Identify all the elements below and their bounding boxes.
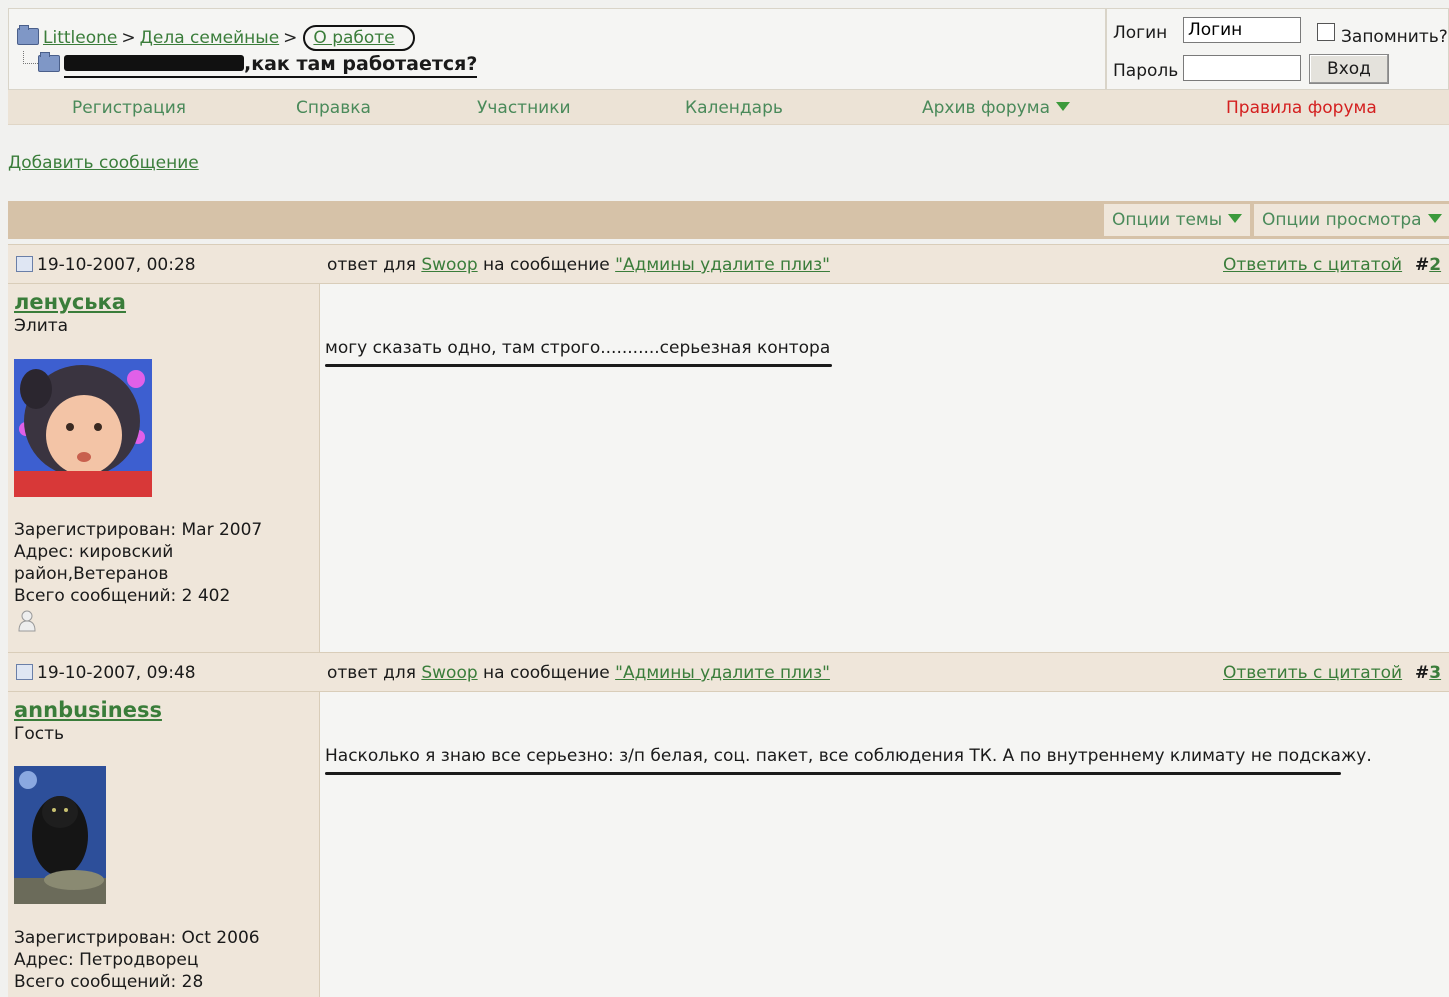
breadcrumb-link-family[interactable]: Дела семейные [140,28,280,48]
thread-folder-icon [38,52,60,72]
post-number-link[interactable]: 3 [1429,663,1441,683]
reply-info: ответ для Swoop на сообщение "Админы уда… [327,663,830,683]
post-header: 19-10-2007, 00:28 ответ для Swoop на соо… [8,244,1449,284]
post-date-text: 19-10-2007, 00:28 [37,255,196,275]
reply-user-link[interactable]: Swoop [421,663,477,683]
breadcrumb: Littleone > Дела семейные > О работе [17,25,415,51]
redacted-mark [64,55,244,71]
thread-title-row: ,как там работается? [23,51,478,78]
post-date: 19-10-2007, 09:48 [16,663,196,683]
breadcrumb-current-circle: О работе [303,25,415,51]
reply-middle: на сообщение [483,663,610,683]
post-number-link[interactable]: 2 [1429,255,1441,275]
user-offline-icon [18,610,36,632]
login-panel: Логин Запомнить? Пароль Вход [1106,8,1449,90]
user-address-line2: район,Ветеранов [14,564,169,584]
post-message: могу сказать одно, там строго...........… [325,338,831,358]
breadcrumb-link-littleone[interactable]: Littleone [43,28,117,48]
breadcrumb-link-work[interactable]: О работе [313,28,394,48]
remember-checkbox[interactable] [1317,23,1335,41]
nav-archive[interactable]: Архив форума [922,98,1070,118]
post-number-hash: # [1415,255,1430,275]
user-address: Адрес: Петродворец [14,950,199,970]
post-user-sidebar: annbusiness Гость Зарегистрирован: Oct 2… [8,692,320,997]
dropdown-arrow-icon [1055,102,1070,111]
view-options-menu[interactable]: Опции просмотра [1254,204,1449,236]
reply-topic-link[interactable]: "Админы удалите плиз" [615,663,830,683]
password-label: Пароль [1113,61,1179,81]
post-icon [16,664,33,680]
post-header: 19-10-2007, 09:48 ответ для Swoop на соо… [8,652,1449,692]
user-registered: Зарегистрирован: Mar 2007 [14,520,263,540]
reply-with-quote-link[interactable]: Ответить с цитатой [1223,663,1402,683]
user-info: Зарегистрирован: Oct 2006 Адрес: Петродв… [14,927,260,993]
user-avatar [14,359,152,497]
post: 19-10-2007, 09:48 ответ для Swoop на соо… [8,652,1449,997]
post-date-text: 19-10-2007, 09:48 [37,663,196,683]
nav-help[interactable]: Справка [296,98,371,118]
dropdown-arrow-icon [1427,214,1442,223]
add-message-link[interactable]: Добавить сообщение [8,153,199,173]
nav-registration[interactable]: Регистрация [72,98,186,118]
forum-home-icon [17,25,39,45]
post-body: Насколько я знаю все серьезно: з/п белая… [320,692,1449,997]
reply-middle: на сообщение [483,255,610,275]
thread-title: ,как там работается? [64,53,478,78]
remember-label: Запомнить? [1341,27,1448,47]
reply-prefix: ответ для [327,663,416,683]
post-number: #2 [1415,255,1441,275]
user-info: Зарегистрирован: Mar 2007 Адрес: кировск… [14,519,262,607]
password-input[interactable] [1183,55,1301,81]
post: 19-10-2007, 00:28 ответ для Swoop на соо… [8,244,1449,652]
thread-options-menu[interactable]: Опции темы [1104,204,1250,236]
dropdown-arrow-icon [1228,214,1243,223]
tree-connector [23,51,38,64]
post-number-hash: # [1415,663,1430,683]
user-address: Адрес: кировский [14,542,174,562]
user-post-count: Всего сообщений: 28 [14,972,204,992]
nav-calendar[interactable]: Календарь [685,98,783,118]
nav-archive-label: Архив форума [922,98,1050,118]
nav-rules[interactable]: Правила форума [1226,98,1377,118]
user-title: Гость [14,724,65,744]
view-options-label: Опции просмотра [1262,210,1422,230]
post-body: могу сказать одно, там строго...........… [320,284,1449,652]
reply-prefix: ответ для [327,255,416,275]
post-date: 19-10-2007, 00:28 [16,255,196,275]
login-label: Логин [1113,23,1168,43]
user-post-count: Всего сообщений: 2 402 [14,586,231,606]
handdrawn-underline [325,364,832,367]
nav-bar: Регистрация Справка Участники Календарь … [8,90,1449,125]
reply-topic-link[interactable]: "Админы удалите плиз" [615,255,830,275]
user-registered: Зарегистрирован: Oct 2006 [14,928,260,948]
post-number: #3 [1415,663,1441,683]
reply-user-link[interactable]: Swoop [421,255,477,275]
thread-tools-bar: Опции темы Опции просмотра [8,201,1449,239]
header-panel: Littleone > Дела семейные > О работе ,как та… [8,8,1106,90]
reply-with-quote-link[interactable]: Ответить с цитатой [1223,255,1402,275]
thread-options-label: Опции темы [1112,210,1223,230]
handdrawn-underline [325,772,1341,775]
login-button[interactable]: Вход [1309,54,1389,84]
post-user-sidebar: ленуська Элита Зарегистрирован: Mar 2007… [8,284,320,652]
breadcrumb-separator: > [121,28,136,48]
breadcrumb-separator: > [283,28,298,48]
user-title: Элита [14,316,69,336]
user-avatar [14,766,106,904]
username-link[interactable]: ленуська [14,290,126,314]
post-message: Насколько я знаю все серьезно: з/п белая… [325,746,1372,766]
reply-info: ответ для Swoop на сообщение "Админы уда… [327,255,830,275]
nav-members[interactable]: Участники [477,98,571,118]
username-link[interactable]: annbusiness [14,698,162,722]
thread-title-text: ,как там работается? [244,53,478,75]
login-input[interactable] [1183,17,1301,43]
post-icon [16,256,33,272]
